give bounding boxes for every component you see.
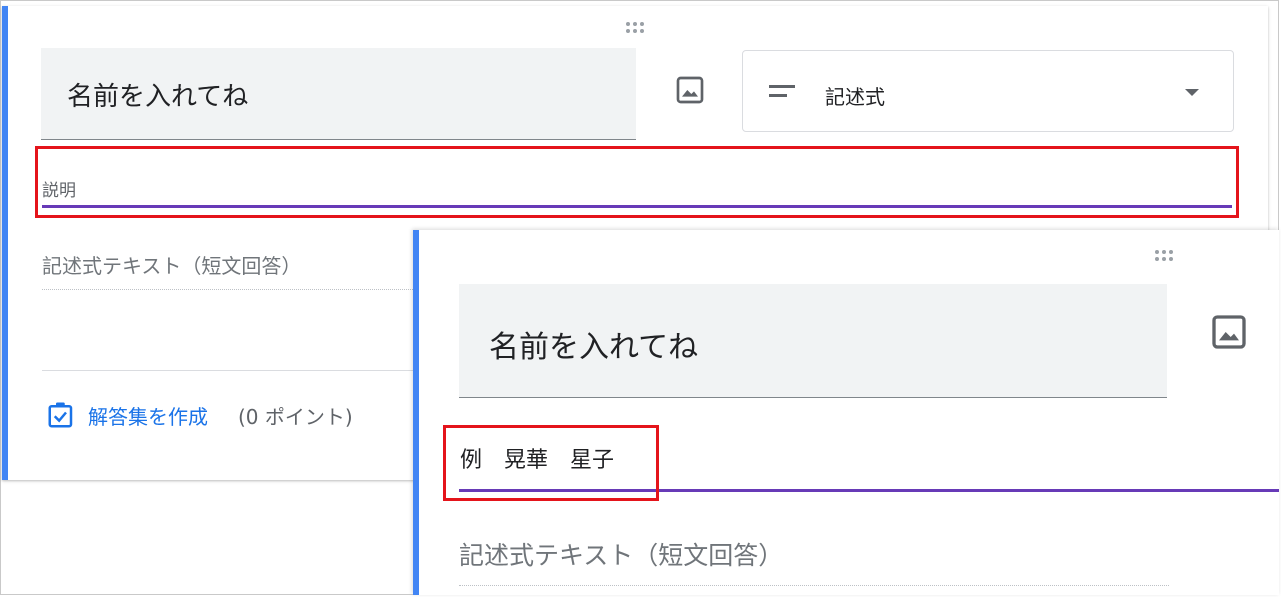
drag-handle-icon[interactable] <box>626 22 644 33</box>
question-type-label: 記述式 <box>825 85 885 109</box>
points-label: (0 ポイント) <box>238 404 353 429</box>
image-icon[interactable] <box>1209 312 1249 352</box>
dropdown-arrow-icon <box>1185 89 1199 96</box>
highlight-box-description-example <box>443 425 659 501</box>
answer-key-link[interactable]: 解答集を作成 <box>88 401 208 430</box>
short-answer-placeholder: 記述式テキスト（短文回答） <box>42 254 302 278</box>
active-accent-bar <box>2 6 8 480</box>
short-answer-icon <box>769 85 795 103</box>
question-title-field[interactable]: 名前を入れてね <box>459 284 1167 398</box>
question-title-text: 名前を入れてね <box>67 82 249 112</box>
image-icon[interactable] <box>674 74 706 106</box>
answer-key-row[interactable]: 解答集を作成 (0 ポイント) <box>46 400 353 430</box>
question-title-text: 名前を入れてね <box>489 330 699 365</box>
question-title-field[interactable]: 名前を入れてね <box>41 48 636 140</box>
short-answer-placeholder: 記述式テキスト（短文回答） <box>459 541 784 570</box>
question-type-dropdown[interactable]: 記述式 <box>742 50 1234 132</box>
short-answer-dotted-line <box>459 585 1169 586</box>
card-divider <box>42 370 417 371</box>
active-accent-bar <box>413 230 419 595</box>
checkbox-icon <box>48 402 73 428</box>
question-card-front[interactable]: 名前を入れてね 例 晃華 星子 記述式テキスト（短文回答） <box>413 230 1279 595</box>
drag-handle-icon[interactable] <box>1155 250 1173 261</box>
highlight-box-description <box>35 146 1239 218</box>
short-answer-dotted-line <box>42 289 417 290</box>
